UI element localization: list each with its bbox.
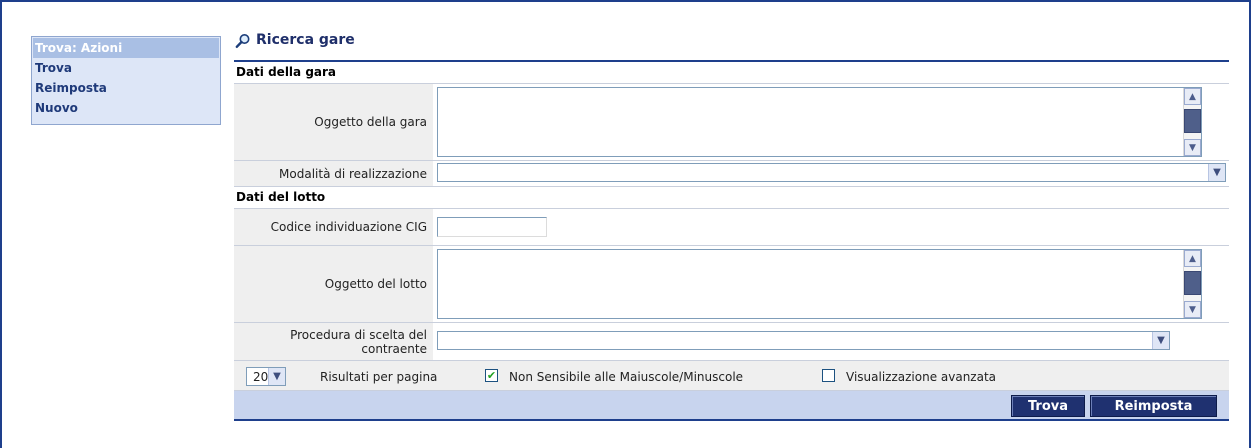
per-page-select[interactable]: 20 ▼ <box>246 367 286 386</box>
scroll-up-icon[interactable]: ▲ <box>1184 88 1201 105</box>
magnifier-icon <box>235 33 251 49</box>
per-page-label: Risultati per pagina <box>320 370 438 384</box>
label-modalita: Modalità di realizzazione <box>234 161 433 186</box>
chevron-down-icon[interactable]: ▼ <box>1152 332 1169 349</box>
row-procedura: Procedura di scelta del contraente ▼ <box>234 323 1229 361</box>
oggetto-gara-scrollbar[interactable]: ▲ ▼ <box>1183 88 1201 156</box>
actions-panel: Trova: Azioni Trova Reimposta Nuovo <box>31 36 221 125</box>
label-codice-cig: Codice individuazione CIG <box>234 209 433 245</box>
actions-title: Trova: Azioni <box>33 38 219 58</box>
label-procedura: Procedura di scelta del contraente <box>234 323 433 360</box>
page-title: Ricerca gare <box>256 32 355 48</box>
search-button[interactable]: Trova <box>1011 395 1085 417</box>
action-reimposta[interactable]: Reimposta <box>33 78 219 98</box>
scroll-thumb[interactable] <box>1184 271 1201 295</box>
advanced-view-checkbox[interactable] <box>822 369 835 382</box>
scroll-up-icon[interactable]: ▲ <box>1184 250 1201 267</box>
oggetto-lotto-textarea[interactable]: ▲ ▼ <box>437 249 1202 319</box>
oggetto-gara-textarea[interactable]: ▲ ▼ <box>437 87 1202 157</box>
scroll-down-icon[interactable]: ▼ <box>1184 139 1201 156</box>
row-oggetto-lotto: Oggetto del lotto ▲ ▼ <box>234 246 1229 323</box>
chevron-down-icon[interactable]: ▼ <box>1208 164 1225 181</box>
row-codice-cig: Codice individuazione CIG <box>234 209 1229 246</box>
modalita-select[interactable]: ▼ <box>437 163 1226 182</box>
search-options: 20 ▼ Risultati per pagina ✔ Non Sensibil… <box>234 361 1229 391</box>
label-oggetto-lotto: Oggetto del lotto <box>234 246 433 322</box>
button-bar: Trova Reimposta <box>234 391 1229 421</box>
search-form: Ricerca gare Dati della gara Oggetto del… <box>234 30 1229 421</box>
reset-button[interactable]: Reimposta <box>1090 395 1217 417</box>
oggetto-lotto-scrollbar[interactable]: ▲ ▼ <box>1183 250 1201 318</box>
per-page-value: 20 <box>253 370 269 384</box>
section-dati-gara: Dati della gara <box>234 62 1229 84</box>
action-nuovo[interactable]: Nuovo <box>33 98 219 118</box>
label-oggetto-gara: Oggetto della gara <box>234 84 433 160</box>
row-oggetto-gara: Oggetto della gara ▲ ▼ <box>234 84 1229 161</box>
case-insensitive-checkbox[interactable]: ✔ <box>485 369 498 382</box>
advanced-view-label: Visualizzazione avanzata <box>846 370 997 384</box>
page-header: Ricerca gare <box>234 30 1229 60</box>
row-modalita: Modalità di realizzazione ▼ <box>234 161 1229 187</box>
case-insensitive-label: Non Sensibile alle Maiuscole/Minuscole <box>509 370 744 384</box>
chevron-down-icon[interactable]: ▼ <box>268 368 285 385</box>
codice-cig-input[interactable] <box>437 217 547 237</box>
section-dati-lotto: Dati del lotto <box>234 187 1229 209</box>
scroll-down-icon[interactable]: ▼ <box>1184 301 1201 318</box>
action-trova[interactable]: Trova <box>33 58 219 78</box>
scroll-thumb[interactable] <box>1184 109 1201 133</box>
procedura-select[interactable]: ▼ <box>437 331 1170 350</box>
